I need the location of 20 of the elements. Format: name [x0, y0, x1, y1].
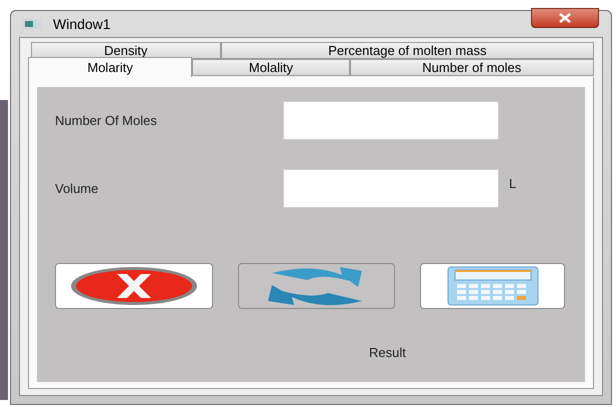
swap-button[interactable] — [238, 263, 395, 309]
unit-label: L — [509, 175, 516, 193]
tab[interactable]: Number of moles — [350, 59, 594, 76]
tab[interactable]: Molarity — [28, 57, 192, 77]
calculate-button[interactable] — [420, 263, 565, 309]
close-icon — [559, 13, 571, 23]
result-label: Result — [369, 344, 407, 362]
field-label: Volume — [55, 180, 100, 198]
app-icon — [23, 19, 41, 29]
calculator-icon — [446, 266, 538, 306]
input-field[interactable] — [283, 169, 499, 208]
tab[interactable]: Percentage of molten mass — [220, 42, 594, 59]
input-field[interactable] — [283, 101, 499, 140]
field-label: Number Of Moles — [55, 112, 158, 130]
window-title: Window1 — [53, 14, 111, 34]
close-button[interactable] — [531, 8, 599, 28]
close-icon — [69, 266, 199, 306]
tab[interactable]: Molality — [192, 59, 350, 76]
cancel-button[interactable] — [55, 263, 213, 309]
tab[interactable]: Density — [31, 42, 221, 59]
